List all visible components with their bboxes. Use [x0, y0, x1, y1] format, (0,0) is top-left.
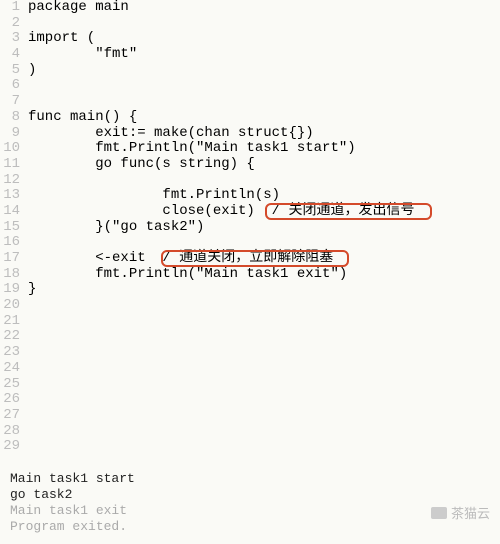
line-number: 17 [0, 251, 20, 267]
line-number: 21 [0, 314, 20, 330]
code-line [28, 235, 500, 251]
line-number: 13 [0, 188, 20, 204]
line-number: 10 [0, 141, 20, 157]
code-line [28, 94, 500, 110]
line-number: 12 [0, 173, 20, 189]
code-line [28, 314, 500, 330]
code-line [28, 377, 500, 393]
annotation-highlight-close [265, 203, 432, 220]
code-line [28, 439, 500, 455]
program-output: Main task1 start go task2 Main task1 exi… [0, 465, 500, 541]
code-line: go func(s string) { [28, 157, 500, 173]
line-number: 9 [0, 126, 20, 142]
annotation-highlight-receive [161, 250, 349, 267]
code-line [28, 424, 500, 440]
line-number: 26 [0, 392, 20, 408]
code-line [28, 361, 500, 377]
line-number: 27 [0, 408, 20, 424]
line-number: 2 [0, 16, 20, 32]
code-line [28, 408, 500, 424]
output-line: Program exited. [10, 519, 490, 535]
line-number: 8 [0, 110, 20, 126]
output-line: Main task1 exit [10, 503, 490, 519]
line-number: 20 [0, 298, 20, 314]
code-line: func main() { [28, 110, 500, 126]
code-line [28, 173, 500, 189]
code-line [28, 345, 500, 361]
code-editor: 1 2 3 4 5 6 7 8 9 10 11 12 13 14 15 16 1… [0, 0, 500, 455]
line-number: 25 [0, 377, 20, 393]
output-line: Main task1 start [10, 471, 490, 487]
line-number: 23 [0, 345, 20, 361]
code-line [28, 16, 500, 32]
code-line [28, 392, 500, 408]
line-number: 5 [0, 63, 20, 79]
code-line [28, 329, 500, 345]
code-line: fmt.Println("Main task1 exit") [28, 267, 500, 283]
line-number: 29 [0, 439, 20, 455]
code-line: } [28, 282, 500, 298]
line-number: 1 [0, 0, 20, 16]
code-line: exit:= make(chan struct{}) [28, 126, 500, 142]
watermark-logo-icon [431, 507, 447, 519]
line-number: 24 [0, 361, 20, 377]
line-number: 15 [0, 220, 20, 236]
code-line: import ( [28, 31, 500, 47]
code-line: close(exit) / 关闭通道，发出信号 [28, 204, 500, 220]
line-number: 3 [0, 31, 20, 47]
line-number: 6 [0, 78, 20, 94]
output-line: go task2 [10, 487, 490, 503]
line-number: 11 [0, 157, 20, 173]
line-number: 18 [0, 267, 20, 283]
code-line: package main [28, 0, 500, 16]
code-line: }("go task2") [28, 220, 500, 236]
watermark-text: 茶猫云 [451, 503, 490, 522]
code-line: fmt.Println("Main task1 start") [28, 141, 500, 157]
code-line: ) [28, 63, 500, 79]
code-line: "fmt" [28, 47, 500, 63]
watermark: 茶猫云 [431, 503, 490, 522]
line-number: 14 [0, 204, 20, 220]
code-line [28, 298, 500, 314]
code-content: package main import ( "fmt" ) func main(… [28, 0, 500, 455]
code-line: <-exit / 通道关闭，立即解除阻塞 [28, 251, 500, 267]
line-number: 4 [0, 47, 20, 63]
line-number: 7 [0, 94, 20, 110]
code-line [28, 78, 500, 94]
code-line: fmt.Println(s) [28, 188, 500, 204]
line-number: 28 [0, 424, 20, 440]
line-number: 19 [0, 282, 20, 298]
line-number: 16 [0, 235, 20, 251]
line-number-gutter: 1 2 3 4 5 6 7 8 9 10 11 12 13 14 15 16 1… [0, 0, 28, 455]
line-number: 22 [0, 329, 20, 345]
